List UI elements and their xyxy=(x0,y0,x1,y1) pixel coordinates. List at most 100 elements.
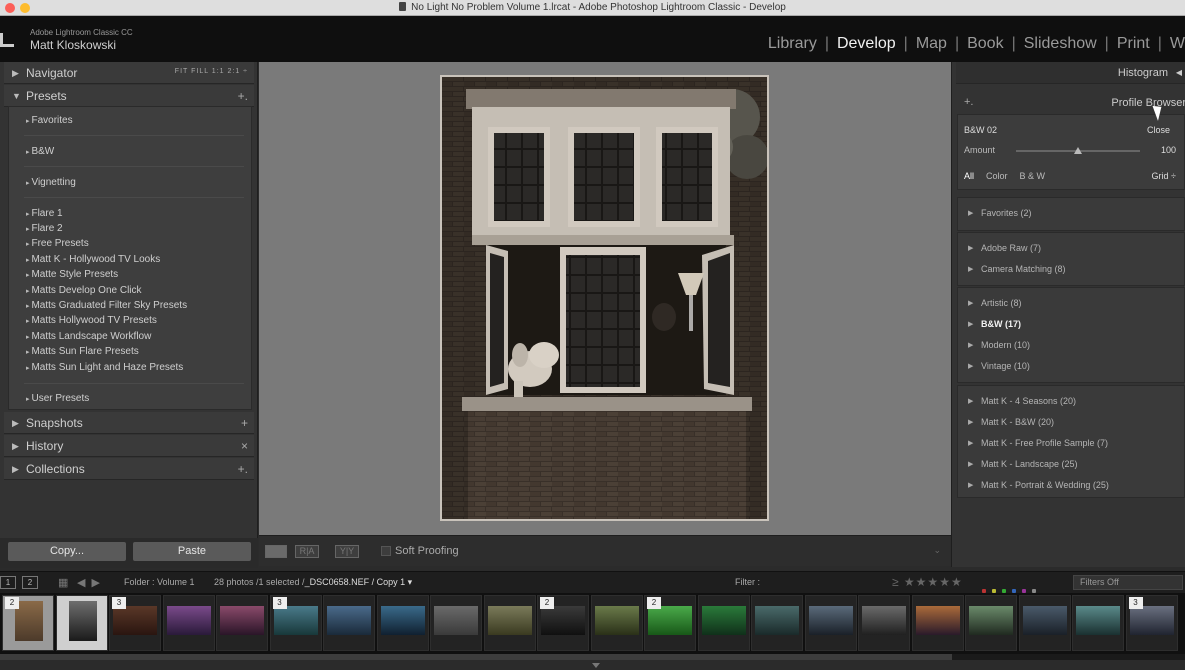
history-header[interactable]: ▶ History × xyxy=(4,435,254,457)
profile-group-item[interactable]: Matt K - B&W (20) xyxy=(981,417,1054,427)
filmstrip-thumbnail[interactable] xyxy=(1072,595,1124,651)
secondary-window-button[interactable]: 2 xyxy=(22,576,38,589)
profile-group-item[interactable]: Artistic (8) xyxy=(981,298,1022,308)
histogram-header[interactable]: Histogram ◀ xyxy=(956,62,1185,84)
filmstrip-thumbnail[interactable]: 3 xyxy=(269,595,322,651)
profile-group-item[interactable]: Matt K - 4 Seasons (20) xyxy=(981,396,1076,406)
preset-folder[interactable]: User Presets xyxy=(26,393,89,404)
profile-group-item[interactable]: Matt K - Free Profile Sample (7) xyxy=(981,438,1108,448)
preset-folder[interactable]: Matts Develop One Click xyxy=(26,285,141,296)
preset-folder[interactable]: Flare 2 xyxy=(26,223,62,234)
main-window-button[interactable]: 1 xyxy=(0,576,16,589)
expand-triangle-icon[interactable]: ▶ xyxy=(968,397,973,405)
toolbar-options-chevron-icon[interactable]: ⌄ xyxy=(933,545,941,556)
forward-arrow-icon[interactable]: ▶ xyxy=(91,577,105,589)
preset-folder[interactable]: Matts Graduated Filter Sky Presets xyxy=(26,300,187,311)
before-after-lr-button[interactable]: R|A xyxy=(295,545,319,558)
add-collection-button[interactable]: +. xyxy=(238,462,248,476)
preset-folder[interactable]: Favorites xyxy=(26,115,72,126)
module-library[interactable]: Library xyxy=(768,35,817,53)
filmstrip-thumbnail[interactable] xyxy=(590,595,643,651)
profile-group-item[interactable]: Favorites (2) xyxy=(981,208,1032,218)
stack-count-badge[interactable]: 3 xyxy=(112,597,126,609)
preset-folder[interactable]: Matts Sun Light and Haze Presets xyxy=(26,362,183,373)
filmstrip-thumbnail[interactable] xyxy=(858,595,910,651)
preset-folder[interactable]: Free Presets xyxy=(26,238,88,249)
preset-folder[interactable]: Matt K - Hollywood TV Looks xyxy=(26,254,160,265)
stack-count-badge[interactable]: 3 xyxy=(272,597,287,609)
module-develop[interactable]: Develop xyxy=(837,35,896,53)
photo-preview[interactable] xyxy=(440,75,769,521)
profile-group-item[interactable]: Matt K - Portrait & Wedding (25) xyxy=(981,480,1109,490)
preset-folder[interactable]: B&W xyxy=(26,146,54,157)
expand-triangle-icon[interactable]: ▶ xyxy=(968,299,973,307)
view-mode-select[interactable]: Grid ÷ xyxy=(1152,171,1176,181)
amount-value[interactable]: 100 xyxy=(1161,145,1176,155)
filmstrip-scroll-thumb[interactable] xyxy=(0,654,952,660)
filmstrip-thumbnail[interactable] xyxy=(216,595,268,651)
expand-triangle-icon[interactable]: ▶ xyxy=(968,460,973,468)
expand-triangle-icon[interactable]: ▶ xyxy=(968,341,973,349)
source-folder[interactable]: Folder : Volume 1 xyxy=(124,577,195,587)
profile-group-item[interactable]: B&W (17) xyxy=(981,319,1021,329)
collapse-bottom-panel-icon[interactable] xyxy=(592,663,600,668)
snapshots-header[interactable]: ▶ Snapshots + xyxy=(4,412,254,434)
before-after-tb-button[interactable]: Y|Y xyxy=(335,545,359,558)
back-arrow-icon[interactable]: ◀ xyxy=(77,577,91,589)
stack-count-badge[interactable]: 2 xyxy=(5,597,19,609)
preset-folder[interactable]: Matts Hollywood TV Presets xyxy=(26,315,156,326)
module-slideshow[interactable]: Slideshow xyxy=(1024,35,1097,53)
filmstrip-thumbnail[interactable]: 3 xyxy=(109,595,161,651)
filmstrip-thumbnail[interactable]: 3 xyxy=(1125,595,1178,651)
filmstrip-thumbnail[interactable] xyxy=(162,595,215,651)
expand-triangle-icon[interactable]: ▶ xyxy=(968,362,973,370)
filter-preset-select[interactable]: Filters Off xyxy=(1073,575,1183,590)
expand-triangle-icon[interactable]: ▶ xyxy=(968,244,973,252)
profile-group-item[interactable]: Vintage (10) xyxy=(981,361,1030,371)
module-w[interactable]: W xyxy=(1170,35,1185,53)
profile-group-item[interactable]: Adobe Raw (7) xyxy=(981,243,1041,253)
add-preset-button[interactable]: +. xyxy=(238,89,248,103)
filmstrip-thumbnail[interactable] xyxy=(1018,595,1071,651)
preset-folder[interactable]: Vignetting xyxy=(26,177,75,188)
paste-button[interactable]: Paste xyxy=(133,542,251,561)
filmstrip-thumbnail[interactable] xyxy=(430,595,482,651)
filmstrip-thumbnail[interactable] xyxy=(911,595,964,651)
clear-history-button[interactable]: × xyxy=(241,439,248,453)
filmstrip-thumbnail[interactable] xyxy=(376,595,429,651)
collections-header[interactable]: ▶ Collections +. xyxy=(4,458,254,480)
stack-count-badge[interactable]: 3 xyxy=(1128,597,1143,609)
profile-group-item[interactable]: Modern (10) xyxy=(981,340,1030,350)
module-print[interactable]: Print xyxy=(1117,35,1150,53)
filmstrip-thumbnail[interactable] xyxy=(751,595,803,651)
profile-browser-add-button[interactable]: +. xyxy=(964,96,973,108)
profile-group-item[interactable]: Camera Matching (8) xyxy=(981,264,1066,274)
filmstrip-thumbnail[interactable] xyxy=(804,595,857,651)
filmstrip-thumbnail[interactable]: 2 xyxy=(2,595,54,651)
preset-folder[interactable]: Matts Landscape Workflow xyxy=(26,331,151,342)
close-profile-browser-button[interactable]: Close xyxy=(1147,125,1170,135)
navigator-header[interactable]: ▶ Navigator FIT FILL 1:1 2:1 ÷ xyxy=(4,62,254,84)
profile-group-item[interactable]: Matt K - Landscape (25) xyxy=(981,459,1078,469)
photo-count[interactable]: 28 photos /1 selected /_DSC0658.NEF / Co… xyxy=(214,577,412,588)
filmstrip-thumbnail[interactable]: 2 xyxy=(644,595,696,651)
copy-button[interactable]: Copy... xyxy=(8,542,126,561)
zoom-options[interactable]: FIT FILL 1:1 2:1 ÷ xyxy=(175,68,248,75)
image-canvas[interactable] xyxy=(259,62,951,535)
expand-triangle-icon[interactable]: ▶ xyxy=(968,265,973,273)
expand-triangle-icon[interactable]: ▶ xyxy=(968,320,973,328)
navigation-arrows[interactable]: ◀▶ xyxy=(77,576,106,589)
filter-tab-0[interactable]: All xyxy=(964,171,974,181)
filmstrip-thumbnail[interactable] xyxy=(965,595,1017,651)
current-filename[interactable]: _DSC0658.NEF / Copy 1 ▾ xyxy=(305,577,413,587)
expand-triangle-icon[interactable]: ▶ xyxy=(968,439,973,447)
loupe-view-button[interactable] xyxy=(265,545,287,558)
filmstrip-thumbnail[interactable] xyxy=(323,595,375,651)
stack-count-badge[interactable]: 2 xyxy=(540,597,554,609)
presets-header[interactable]: ▼ Presets +. xyxy=(4,85,254,107)
filter-tab-2[interactable]: B & W xyxy=(1020,171,1046,181)
filmstrip-thumbnail[interactable]: 2 xyxy=(537,595,589,651)
filmstrip-thumbnail[interactable] xyxy=(483,595,536,651)
filter-tab-1[interactable]: Color xyxy=(986,171,1008,181)
preset-folder[interactable]: Matte Style Presets xyxy=(26,269,118,280)
